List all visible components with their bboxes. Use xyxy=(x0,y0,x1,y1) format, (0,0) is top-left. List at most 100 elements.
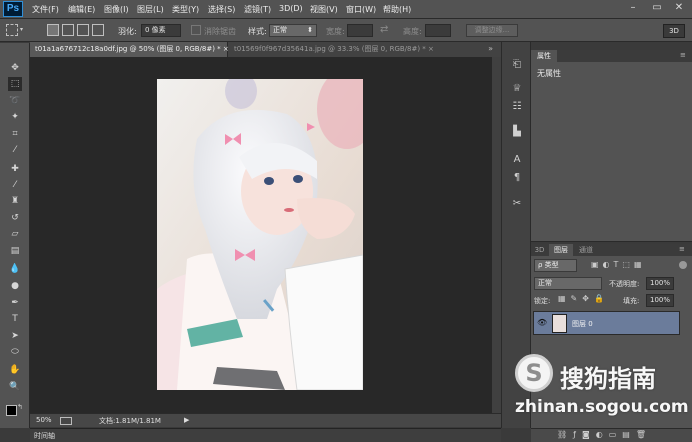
eraser-tool-icon[interactable]: ▱ xyxy=(8,227,22,241)
swap-colors-icon[interactable]: ↰ xyxy=(17,403,23,411)
vertical-scrollbar[interactable] xyxy=(492,57,501,413)
document-tabs: t01a1a676712c18a0df.jpg @ 50% (图层 0, RGB… xyxy=(30,42,501,57)
fill-input[interactable]: 100% xyxy=(646,294,674,307)
type-tool-icon[interactable]: T xyxy=(8,312,22,326)
options-bar: ▾ 羽化: 0 像素 消除锯齿 样式: 正常 ⬍ 宽度: ⇄ 高度: 调整边缘.… xyxy=(0,19,692,42)
document-image[interactable] xyxy=(157,79,363,390)
height-input[interactable] xyxy=(425,24,451,37)
tab-channels[interactable]: 通道 xyxy=(574,244,598,256)
layer-filter-value: ρ 类型 xyxy=(538,261,559,269)
workspace-3d-button[interactable]: 3D xyxy=(663,24,685,38)
move-tool-icon[interactable]: ✥ xyxy=(8,61,22,75)
lasso-tool-icon[interactable]: ➰ xyxy=(8,94,22,108)
double-chevron-right-icon[interactable]: » xyxy=(488,44,493,53)
blend-mode-value: 正常 xyxy=(538,279,552,287)
menu-window[interactable]: 窗口(W) xyxy=(346,4,376,15)
clone-stamp-tool-icon[interactable]: ♜ xyxy=(8,194,22,208)
menu-3d[interactable]: 3D(D) xyxy=(279,4,303,13)
photo-illustration xyxy=(157,79,363,390)
panel-menu-icon[interactable]: ≡ xyxy=(679,245,685,253)
gradient-tool-icon[interactable]: ▤ xyxy=(8,244,22,258)
restore-button[interactable]: ▭ xyxy=(648,2,666,15)
menu-filter[interactable]: 滤镜(T) xyxy=(244,4,271,15)
brush-tool-icon[interactable]: ⁄ xyxy=(8,178,22,192)
hand-tool-icon[interactable]: ✋ xyxy=(8,363,22,377)
menu-edit[interactable]: 编辑(E) xyxy=(68,4,95,15)
layer-row[interactable]: 👁 图层 0 xyxy=(533,311,680,335)
tab-properties[interactable]: 属性 xyxy=(531,50,557,62)
antialias-checkbox[interactable] xyxy=(191,25,201,35)
lock-icons[interactable]: ▦✎✥🔒 xyxy=(558,294,609,303)
antialias-label: 消除锯齿 xyxy=(204,27,236,36)
menu-view[interactable]: 视图(V) xyxy=(310,4,338,15)
status-bar: 50% 文档:1.81M/1.81M ▶ xyxy=(30,413,501,427)
new-selection-icon[interactable] xyxy=(47,24,59,36)
width-label: 宽度: xyxy=(326,27,345,36)
zoom-level[interactable]: 50% xyxy=(36,416,52,424)
refine-edge-button[interactable]: 调整边缘... xyxy=(466,24,518,37)
marquee-tool-icon[interactable]: ⬚ xyxy=(8,77,22,91)
ellipse-tool-icon[interactable]: ⬭ xyxy=(8,345,22,359)
eyedropper-tool-icon[interactable]: ⁄ xyxy=(8,143,22,157)
menu-bar: Ps 文件(F) 编辑(E) 图像(I) 图层(L) 类型(Y) 选择(S) 滤… xyxy=(0,0,692,19)
layer-filter-select[interactable]: ρ 类型 xyxy=(534,259,577,272)
opacity-input[interactable]: 100% xyxy=(646,277,674,290)
path-selection-tool-icon[interactable]: ➤ xyxy=(8,329,22,343)
style-label: 样式: xyxy=(248,27,267,36)
chevron-down-icon[interactable]: ▾ xyxy=(20,26,23,33)
feather-input[interactable]: 0 像素 xyxy=(141,24,181,37)
menu-help[interactable]: 帮助(H) xyxy=(383,4,411,15)
filter-toggle-icon[interactable] xyxy=(679,261,687,269)
minimize-button[interactable]: – xyxy=(624,2,642,15)
pen-tool-icon[interactable]: ✒ xyxy=(8,296,22,310)
intersect-selection-icon[interactable] xyxy=(92,24,104,36)
history-icon[interactable]: ⎗ xyxy=(510,58,524,72)
status-share-icon[interactable] xyxy=(60,417,72,425)
tab-document-2[interactable]: t01569f0f967d35641a.jpg @ 33.3% (图层 0, R… xyxy=(229,42,441,57)
status-menu-arrow-icon[interactable]: ▶ xyxy=(184,416,189,424)
menu-file[interactable]: 文件(F) xyxy=(32,4,59,15)
tools-settings-icon[interactable]: ✂ xyxy=(510,197,524,211)
filter-icons[interactable]: ▣◐T⬚▦ xyxy=(591,260,646,269)
document-size: 文档:1.81M/1.81M xyxy=(99,417,161,425)
swap-icon[interactable]: ⇄ xyxy=(380,24,388,35)
healing-brush-tool-icon[interactable]: ✚ xyxy=(8,162,22,176)
layer-name[interactable]: 图层 0 xyxy=(572,319,593,329)
layer-action-icons[interactable]: ⛓ƒ◙◐▭▤🗑 xyxy=(557,430,652,439)
menu-type[interactable]: 类型(Y) xyxy=(172,4,199,15)
tab-3d[interactable]: 3D xyxy=(531,244,548,256)
fill-label: 填充: xyxy=(623,297,640,305)
blend-mode-select[interactable]: 正常 xyxy=(534,277,602,290)
tab-document-1[interactable]: t01a1a676712c18a0df.jpg @ 50% (图层 0, RGB… xyxy=(30,42,229,57)
magic-wand-tool-icon[interactable]: ✦ xyxy=(8,110,22,124)
foreground-color-swatch[interactable] xyxy=(6,405,17,416)
timeline-label[interactable]: 时间轴 xyxy=(34,431,55,441)
eye-icon[interactable]: 👁 xyxy=(537,318,547,327)
history-brush-tool-icon[interactable]: ↺ xyxy=(8,211,22,225)
chevron-down-icon: ⬍ xyxy=(307,26,313,34)
menu-select[interactable]: 选择(S) xyxy=(208,4,235,15)
adjustments-icon[interactable]: ☷ xyxy=(510,100,524,114)
marquee-tool-preset-icon[interactable] xyxy=(6,24,18,36)
style-select[interactable]: 正常 ⬍ xyxy=(269,24,317,37)
width-input[interactable] xyxy=(347,24,373,37)
character-icon[interactable]: A xyxy=(510,153,524,167)
lock-label: 锁定: xyxy=(534,297,551,305)
subtract-selection-icon[interactable] xyxy=(77,24,89,36)
style-select-value: 正常 xyxy=(273,26,287,34)
layers-panel-tabs: 3D 图层 通道 ≡ xyxy=(531,244,692,256)
zoom-tool-icon[interactable]: 🔍 xyxy=(8,380,22,394)
add-to-selection-icon[interactable] xyxy=(62,24,74,36)
crop-tool-icon[interactable]: ⌗ xyxy=(8,127,22,141)
brush-presets-icon[interactable]: ♕ xyxy=(510,82,524,96)
watermark-url: zhinan.sogou.com xyxy=(515,397,689,417)
blur-tool-icon[interactable]: 💧 xyxy=(8,262,22,276)
menu-image[interactable]: 图像(I) xyxy=(104,4,129,15)
menu-layer[interactable]: 图层(L) xyxy=(137,4,164,15)
panel-menu-icon[interactable]: ≡ xyxy=(680,51,686,59)
clone-source-icon[interactable]: ▙ xyxy=(510,125,524,139)
tab-layers[interactable]: 图层 xyxy=(549,244,573,256)
dodge-tool-icon[interactable]: ● xyxy=(8,279,22,293)
close-button[interactable]: ✕ xyxy=(670,2,688,15)
paragraph-icon[interactable]: ¶ xyxy=(510,171,524,185)
